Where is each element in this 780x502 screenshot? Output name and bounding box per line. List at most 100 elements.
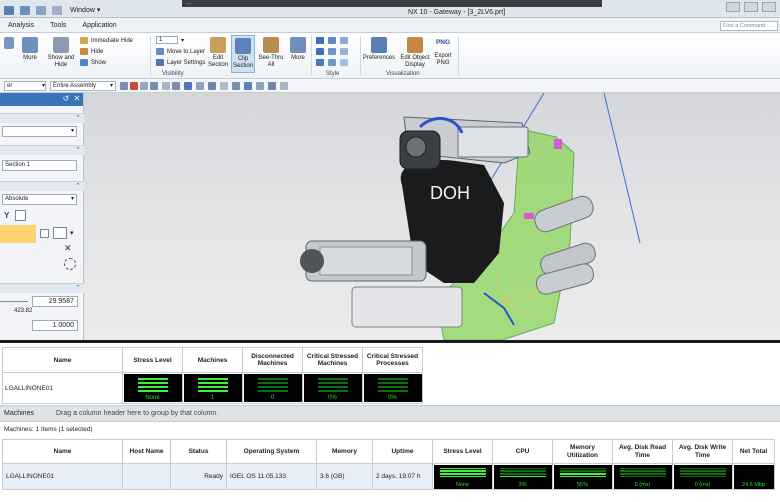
menu-analysis[interactable]: Analysis — [0, 22, 42, 29]
edit-section-button[interactable]: Edit Section — [206, 37, 230, 68]
show-and-hide-button[interactable]: Show and Hide — [46, 37, 76, 68]
wireframe-icon[interactable] — [328, 37, 336, 44]
face-analysis-icon[interactable] — [340, 48, 348, 55]
style-row-1 — [316, 37, 348, 44]
starter-end — [300, 249, 324, 273]
step-value-field[interactable]: 1.0000 — [32, 320, 78, 331]
redo-icon[interactable] — [36, 6, 46, 15]
rotate-icon[interactable] — [64, 258, 76, 270]
offset-value-field[interactable]: 29.9587 — [32, 296, 78, 307]
col-header-memory-utilization[interactable]: Memory Utilization — [552, 439, 613, 464]
critical-machines-cell: 0% — [302, 372, 363, 404]
selected-plane-highlight[interactable] — [0, 225, 36, 243]
table-row[interactable]: LGALLINONE01 None 1 0 0% 0% — [2, 372, 423, 404]
more-button-2[interactable]: More — [288, 37, 308, 62]
plane-options-icon[interactable] — [53, 227, 67, 239]
col-header-disconnected[interactable]: Disconnected Machines — [242, 347, 303, 373]
chevron-down-icon[interactable]: ▾ — [70, 229, 74, 237]
more-button[interactable]: More — [18, 37, 42, 62]
col-header-name[interactable]: Name — [2, 439, 123, 464]
cut-icon[interactable] — [52, 6, 62, 15]
point-on-face-icon[interactable] — [232, 82, 240, 90]
orient-select[interactable]: Absolute ▾ — [2, 194, 77, 205]
graphics-viewport[interactable]: DOH — [84, 93, 780, 340]
show-button[interactable]: Show — [80, 59, 106, 66]
col-header-uptime[interactable]: Uptime — [372, 439, 433, 464]
edit-object-display-button[interactable]: Edit Object Display — [398, 37, 432, 68]
col-header-critical-machines[interactable]: Critical Stressed Machines — [302, 347, 363, 373]
plane-icon[interactable] — [40, 229, 49, 238]
col-header-disk-write[interactable]: Avg. Disk Write Time — [672, 439, 733, 464]
find-command-input[interactable]: Find a Command — [720, 21, 778, 31]
export-png-button[interactable]: PNG Export PNG — [432, 37, 454, 66]
edges-icon[interactable] — [340, 37, 348, 44]
dialog-section-name[interactable]: ⌃ — [0, 145, 84, 155]
col-header-disk-read[interactable]: Avg. Disk Read Time — [612, 439, 673, 464]
maximize-button[interactable] — [744, 2, 758, 12]
menu-tools[interactable]: Tools — [42, 22, 74, 29]
dialog-section-type[interactable]: ⌃ — [0, 113, 84, 123]
col-header-critical-processes[interactable]: Critical Stressed Processes — [362, 347, 423, 373]
close-icon[interactable]: ✕ — [73, 95, 81, 103]
snap-icon[interactable] — [120, 82, 128, 90]
immediate-hide-button[interactable]: Immediate Hide — [80, 37, 133, 44]
intersection-icon[interactable] — [172, 82, 180, 90]
clip-section-button[interactable]: Clip Section — [231, 35, 255, 73]
col-header-net-total[interactable]: Net Total — [732, 439, 775, 464]
hidden-edges-icon[interactable] — [316, 59, 324, 66]
table-row[interactable]: LGALLINONE01 Ready IGEL OS 11.05.133 3.6… — [2, 463, 775, 490]
separator — [458, 36, 459, 76]
dialog-section-offset[interactable]: ⌃ — [0, 283, 84, 293]
group-by-hint[interactable]: Drag a column header here to group by th… — [56, 406, 218, 422]
layer-settings-button[interactable]: Layer Settings — [156, 59, 205, 66]
menu-application[interactable]: Application — [74, 22, 124, 29]
flip-icon[interactable]: ✕ — [64, 243, 72, 254]
reset-icon[interactable]: ↺ — [62, 95, 70, 103]
shaded-icon[interactable] — [316, 37, 324, 44]
offset-slider[interactable] — [0, 301, 28, 302]
zoom-icon[interactable] — [280, 82, 288, 90]
close-button[interactable] — [762, 2, 776, 12]
point-on-curve-icon[interactable] — [220, 82, 228, 90]
end-point-icon[interactable] — [140, 82, 148, 90]
quadrant-icon[interactable] — [196, 82, 204, 90]
save-icon[interactable] — [4, 6, 14, 15]
dialog-section-orient[interactable]: ⌃ — [0, 181, 84, 191]
mid-point-icon[interactable] — [150, 82, 158, 90]
view-orient-icon[interactable] — [256, 82, 264, 90]
overlay-strip: … — [182, 0, 602, 7]
col-header-name[interactable]: Name — [2, 347, 123, 373]
static-wireframe-icon[interactable] — [340, 59, 348, 66]
preferences-button[interactable]: Preferences — [362, 37, 396, 62]
col-header-operating-system[interactable]: Operating System — [226, 439, 317, 464]
layer-select[interactable]: 1 ▾ — [156, 36, 184, 44]
axis-y-button[interactable]: Y — [2, 209, 30, 223]
col-header-stress-level[interactable]: Stress Level — [122, 347, 183, 373]
hide-button[interactable]: Hide — [80, 48, 103, 55]
col-header-machines[interactable]: Machines — [182, 347, 243, 373]
ribbon-edge-button[interactable] — [2, 37, 16, 51]
section-name-field[interactable]: Section 1 — [2, 160, 77, 171]
partial-shade-icon[interactable] — [328, 48, 336, 55]
point-icon[interactable] — [130, 82, 138, 90]
see-thru-all-button[interactable]: See-Thru All — [258, 37, 284, 68]
window-menu[interactable]: Window ▾ — [70, 6, 100, 14]
undo-icon[interactable] — [20, 6, 30, 15]
col-header-host-name[interactable]: Host Name — [122, 439, 171, 464]
existing-point-icon[interactable] — [208, 82, 216, 90]
type-filter-select[interactable]: er ▾ — [4, 81, 46, 91]
control-point-icon[interactable] — [162, 82, 170, 90]
col-header-stress-level[interactable]: Stress Level — [432, 439, 493, 464]
minimize-button[interactable] — [726, 2, 740, 12]
col-header-status[interactable]: Status — [170, 439, 227, 464]
selection-scope-select[interactable]: Entire Assembly ▾ — [50, 81, 116, 91]
silhouette-icon[interactable] — [328, 59, 336, 66]
bounded-grid-icon[interactable] — [244, 82, 252, 90]
type-select[interactable]: ▾ — [2, 126, 77, 137]
col-header-memory[interactable]: Memory — [316, 439, 373, 464]
move-to-layer-button[interactable]: Move to Layer — [156, 48, 205, 55]
fit-icon[interactable] — [268, 82, 276, 90]
arc-center-icon[interactable] — [184, 82, 192, 90]
studio-icon[interactable] — [316, 48, 324, 55]
col-header-cpu[interactable]: CPU — [492, 439, 553, 464]
